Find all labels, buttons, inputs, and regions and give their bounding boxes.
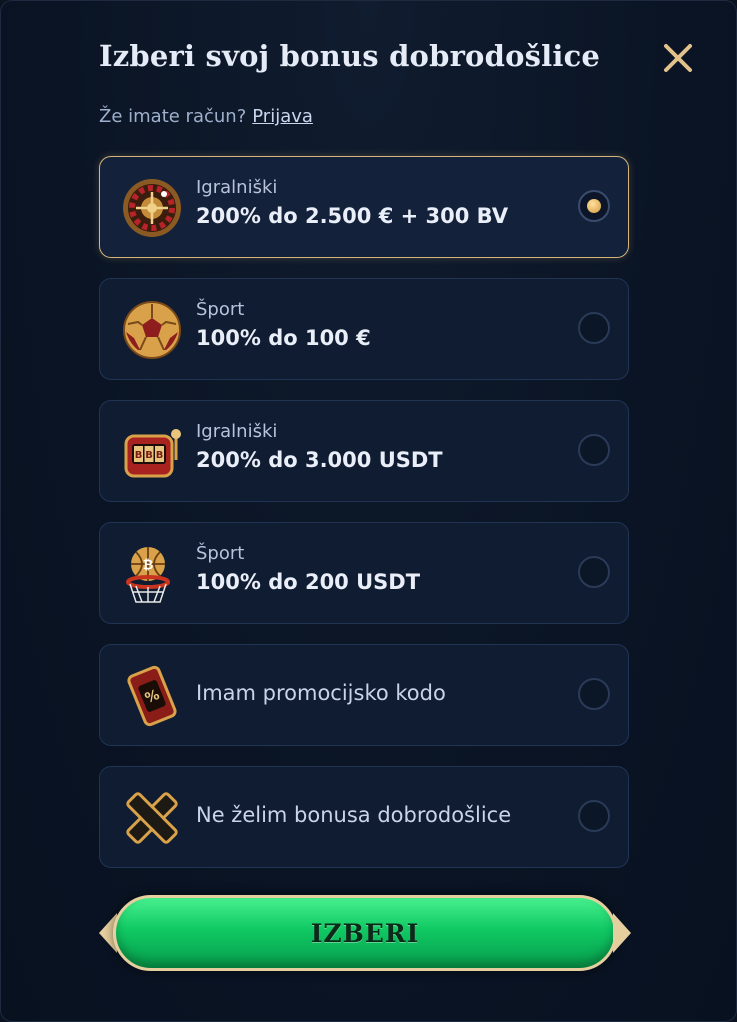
bonus-option-sport-eur[interactable]: Šport 100% do 100 € [99,278,629,380]
option-category: Šport [196,543,245,564]
bonus-option-casino-usdt[interactable]: B B B Igralniški 200% do 3.000 USDT [99,400,629,502]
option-text: Imam promocijsko kodo [196,681,446,705]
modal-title: Izberi svoj bonus dobrodošlice [99,39,601,73]
login-prompt-line: Že imate račun? Prijava [99,106,313,127]
select-button-label: IZBERI [310,918,420,948]
slot-machine-icon: B B B [124,429,181,478]
select-button[interactable]: IZBERI [113,895,617,971]
no-bonus-option[interactable]: Ne želim bonusa dobrodošlice [99,766,629,868]
promo-ticket-icon: % [127,665,177,727]
basketball-hoop-icon: ₿ [126,547,170,603]
option-radio[interactable] [578,800,610,832]
option-category: Šport [196,299,245,320]
option-radio[interactable] [578,556,610,588]
svg-text:₿: ₿ [143,558,154,573]
soccer-ball-icon [123,301,181,359]
svg-text:B: B [135,450,143,461]
option-category: Igralniški [196,421,278,442]
close-icon[interactable] [659,39,697,77]
login-link[interactable]: Prijava [252,106,313,127]
bonus-option-casino-eur[interactable]: Igralniški 200% do 2.500 € + 300 BV [99,156,629,258]
option-bonus-value: 200% do 3.000 USDT [196,448,443,472]
cta-container: IZBERI [99,891,631,975]
option-bonus-value: 200% do 2.500 € + 300 BV [196,204,509,228]
option-radio[interactable] [578,312,610,344]
cross-icon [126,792,178,844]
svg-text:B: B [156,450,164,461]
option-radio[interactable] [578,434,610,466]
bonus-option-sport-usdt[interactable]: ₿ Šport 100% do 200 USDT [99,522,629,624]
option-radio[interactable] [578,190,610,222]
bonus-modal: Izberi svoj bonus dobrodošlice Že imate … [0,0,737,1022]
roulette-icon [123,179,181,237]
option-category: Igralniški [196,177,278,198]
option-radio[interactable] [578,678,610,710]
option-bonus-value: 100% do 100 € [196,326,371,350]
svg-text:B: B [145,450,153,461]
option-bonus-value: 100% do 200 USDT [196,570,421,594]
login-prompt: Že imate račun? [99,106,247,127]
option-text: Ne želim bonusa dobrodošlice [196,803,512,827]
promo-code-option[interactable]: % Imam promocijsko kodo [99,644,629,746]
cta-right-ornament [613,913,631,953]
